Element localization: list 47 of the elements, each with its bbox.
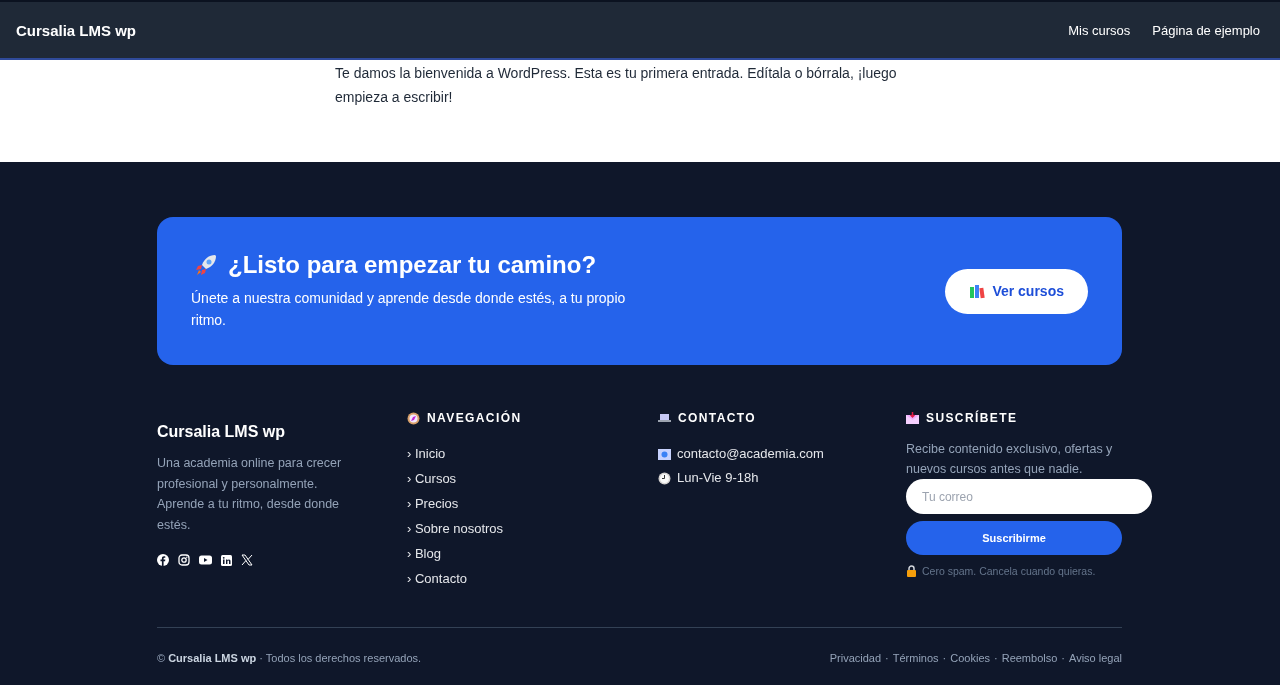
site-title[interactable]: Cursalia LMS wp xyxy=(16,21,137,39)
subscribe-text: Recibe contenido exclusivo, ofertas y nuevos cursos antes que nadie. xyxy=(906,441,1114,478)
separator: · xyxy=(885,652,889,664)
footer-nav-link[interactable]: › Sobre nosotros xyxy=(407,520,658,538)
view-courses-button[interactable]: Ver cursos xyxy=(945,268,1088,314)
footer-brand: Cursalia LMS wp xyxy=(157,423,287,441)
column-heading: SUSCRÍBETE xyxy=(926,411,1018,425)
compass-icon xyxy=(407,411,420,425)
spam-note: Cero spam. Cancela cuando quieras. xyxy=(922,565,1096,577)
linkedin-icon[interactable] xyxy=(221,554,232,566)
footer-nav-link[interactable]: › Precios xyxy=(407,495,658,513)
subscribe-button[interactable]: Suscribirme xyxy=(906,521,1122,555)
legal-link[interactable]: Privacidad xyxy=(829,652,882,664)
envelope-icon xyxy=(906,412,919,424)
legal-link[interactable]: Cookies xyxy=(950,652,990,664)
footer-description: Una academia online para crecer profesional y personalmente. Aprende a tu ritmo, desde donde estés. xyxy=(157,455,343,534)
youtube-icon[interactable] xyxy=(199,555,212,565)
column-heading: NAVEGACIÓN xyxy=(427,411,522,425)
separator: · xyxy=(942,652,947,664)
footer-nav-link[interactable]: › Blog xyxy=(407,545,658,563)
facebook-icon[interactable] xyxy=(157,554,169,566)
rocket-icon xyxy=(193,252,219,278)
footer-nav-link[interactable]: › Inicio xyxy=(407,445,658,463)
cta-title: ¿Listo para empezar tu camino? xyxy=(228,251,597,279)
footer-nav-link[interactable]: › Contacto xyxy=(407,570,658,588)
x-logo-icon[interactable] xyxy=(241,554,253,566)
books-icon xyxy=(969,283,987,299)
menu-link[interactable]: Mis cursos xyxy=(1068,22,1131,38)
column-heading: CONTACTO xyxy=(678,411,757,425)
legal-link[interactable]: Aviso legal xyxy=(1069,652,1122,664)
lock-icon xyxy=(906,565,917,577)
laptop-icon xyxy=(658,413,671,423)
menu-link[interactable]: Página de ejemplo xyxy=(1152,22,1260,38)
footer-nav-link[interactable]: › Cursos xyxy=(407,470,658,488)
instagram-icon[interactable] xyxy=(178,554,190,566)
contact-email: contacto@academia.com xyxy=(677,445,824,463)
email-icon xyxy=(658,448,671,460)
clock-icon xyxy=(658,471,671,485)
cta-subtitle: Únete a nuestra comunidad y aprende desde donde estés, a tu propio ritmo. xyxy=(191,289,627,330)
email-field[interactable]: Tu correo xyxy=(906,479,1152,514)
separator: · xyxy=(994,652,998,664)
separator: · xyxy=(1061,652,1065,664)
copyright-text: © Cursalia LMS wp · Todos los derechos reservados. xyxy=(157,652,422,664)
legal-link[interactable]: Reembolso xyxy=(1001,652,1058,664)
post-text: Te damos la bienvenida a WordPress. Esta es tu primera entrada. Edítala o bórrala, ¡luego empieza a escribir! xyxy=(335,64,898,107)
legal-link[interactable]: Términos xyxy=(892,652,939,664)
contact-hours: Lun-Vie 9-18h xyxy=(677,469,759,487)
